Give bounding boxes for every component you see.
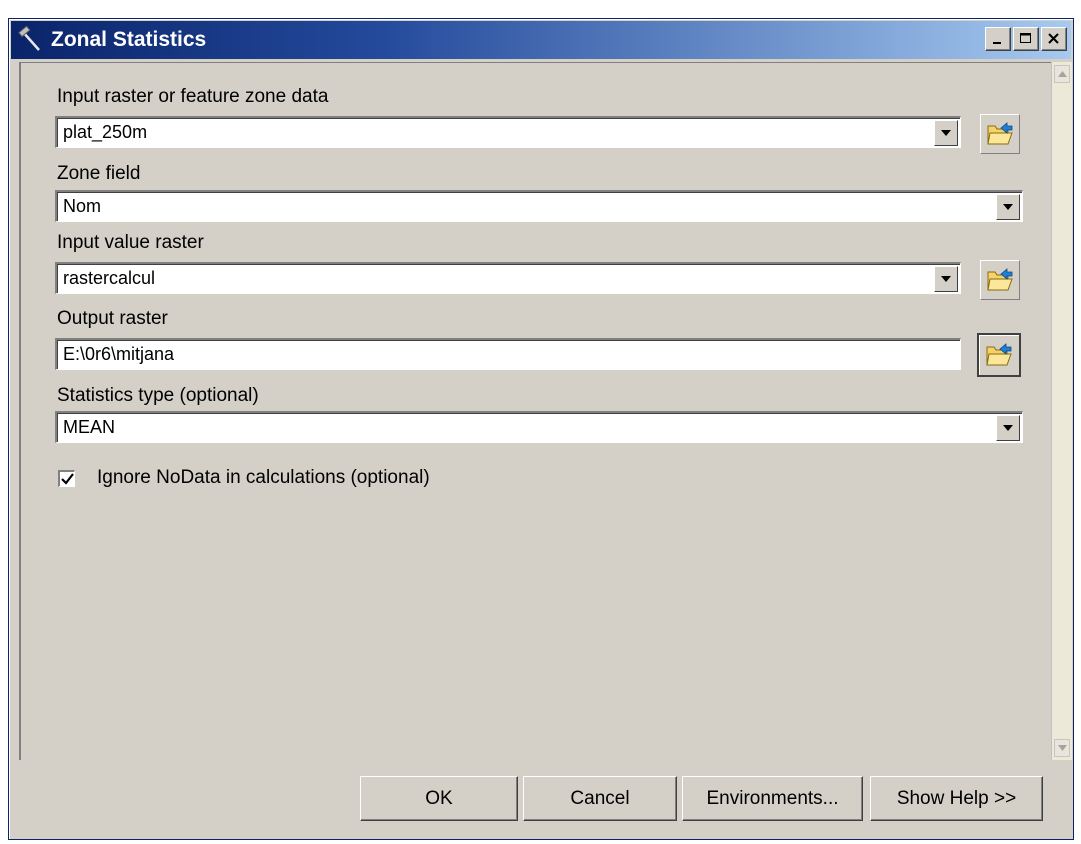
input-value-raster-browse-button[interactable] — [980, 260, 1020, 300]
output-raster-value: E:\0r6\mitjana — [63, 344, 175, 364]
chevron-down-icon[interactable] — [934, 120, 958, 146]
input-value-raster-combobox[interactable]: rastercalcul — [55, 262, 961, 294]
close-icon — [1048, 33, 1059, 44]
ignore-nodata-label[interactable]: Ignore NoData in calculations (optional) — [97, 467, 430, 489]
maximize-icon — [1020, 33, 1031, 43]
window-title: Zonal Statistics — [51, 28, 207, 51]
output-raster-browse-button[interactable] — [977, 333, 1021, 377]
input-value-raster-value: rastercalcul — [63, 268, 156, 288]
hammer-icon — [11, 22, 51, 58]
vertical-scrollbar[interactable] — [1051, 62, 1072, 760]
scroll-up-button[interactable] — [1054, 65, 1070, 83]
minimize-button[interactable] — [985, 27, 1011, 51]
show-help-button[interactable]: Show Help >> — [870, 776, 1043, 821]
ignore-nodata-checkbox[interactable] — [58, 470, 75, 487]
chevron-down-icon[interactable] — [996, 194, 1020, 220]
scroll-down-button[interactable] — [1054, 739, 1070, 757]
input-zone-browse-button[interactable] — [980, 114, 1020, 154]
zone-field-label: Zone field — [57, 163, 141, 184]
ok-button[interactable]: OK — [360, 776, 518, 821]
input-value-raster-label: Input value raster — [57, 232, 204, 253]
chevron-down-icon[interactable] — [934, 266, 958, 292]
input-zone-combobox[interactable]: plat_250m — [55, 116, 961, 148]
scroll-up-icon — [1057, 71, 1067, 77]
statistics-type-value: MEAN — [63, 417, 116, 437]
cancel-button[interactable]: Cancel — [523, 776, 677, 821]
chevron-down-icon[interactable] — [996, 415, 1020, 441]
close-button[interactable] — [1041, 27, 1067, 51]
open-folder-icon — [987, 122, 1013, 145]
output-raster-label: Output raster — [57, 308, 168, 329]
zone-field-value: Nom — [63, 196, 102, 216]
statistics-type-label: Statistics type (optional) — [57, 385, 259, 406]
input-zone-label: Input raster or feature zone data — [57, 86, 329, 107]
title-bar[interactable]: Zonal Statistics — [11, 21, 1071, 59]
maximize-button[interactable] — [1013, 27, 1039, 51]
statistics-type-combobox[interactable]: MEAN — [55, 411, 1023, 443]
minimize-icon — [993, 42, 1001, 44]
open-folder-icon — [987, 268, 1013, 291]
zone-field-combobox[interactable]: Nom — [55, 190, 1023, 222]
scroll-down-icon — [1057, 745, 1067, 751]
open-folder-icon — [986, 343, 1012, 366]
output-raster-input[interactable]: E:\0r6\mitjana — [55, 338, 961, 370]
checkmark-icon — [60, 473, 74, 485]
input-zone-value: plat_250m — [63, 122, 148, 142]
environments-button[interactable]: Environments... — [682, 776, 863, 821]
